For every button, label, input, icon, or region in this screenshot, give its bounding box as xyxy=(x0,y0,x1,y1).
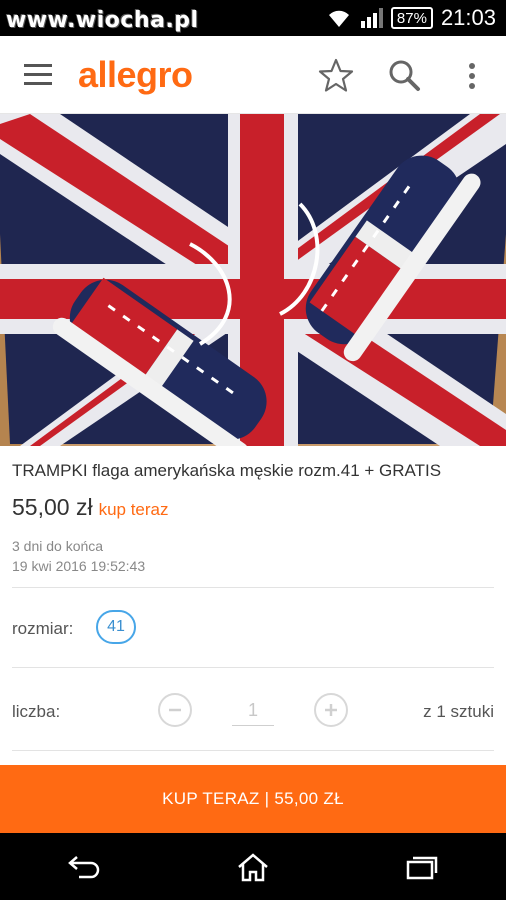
minus-icon xyxy=(169,708,181,712)
quantity-label: liczba: xyxy=(12,702,61,721)
more-vert-icon[interactable] xyxy=(452,56,492,96)
recent-apps-icon xyxy=(406,856,437,879)
divider xyxy=(12,750,494,751)
star-icon[interactable] xyxy=(316,56,356,96)
app-bar: allegro xyxy=(0,36,506,114)
search-icon[interactable] xyxy=(384,56,424,96)
price: 55,00 zł xyxy=(12,494,93,520)
recent-apps-button[interactable] xyxy=(392,842,452,892)
plus-icon xyxy=(325,704,337,716)
clock: 21:03 xyxy=(440,5,496,30)
size-option-chip[interactable]: 41 xyxy=(96,610,136,644)
product-title: TRAMPKI flaga amerykańska męskie rozm.41… xyxy=(12,461,442,480)
decrease-quantity-button[interactable] xyxy=(158,693,192,727)
system-nav-bar xyxy=(0,833,506,900)
product-photo[interactable] xyxy=(0,114,506,446)
battery-indicator: 87% xyxy=(390,7,433,29)
back-button[interactable] xyxy=(54,842,114,892)
back-icon xyxy=(68,855,100,878)
status-icons: 87% 21:03 xyxy=(327,5,496,31)
watermark-text: www.wiocha.pl xyxy=(6,8,199,33)
quantity-input[interactable] xyxy=(232,696,274,726)
home-icon xyxy=(238,852,268,881)
increase-quantity-button[interactable] xyxy=(314,693,348,727)
time-left: 3 dni do końca xyxy=(12,538,104,554)
home-button[interactable] xyxy=(223,842,283,892)
size-label: rozmiar: xyxy=(12,619,74,638)
menu-icon[interactable] xyxy=(24,64,54,86)
price-row: 55,00 zł kup teraz xyxy=(12,494,169,521)
buy-now-button[interactable]: KUP TERAZ | 55,00 ZŁ xyxy=(0,765,506,833)
buy-now-link: kup teraz xyxy=(98,500,169,519)
stock-available: z 1 sztuki xyxy=(423,702,494,721)
wifi-icon xyxy=(328,10,349,27)
end-date: 19 kwi 2016 19:52:43 xyxy=(12,558,146,574)
battery-percent: 87% xyxy=(396,9,427,27)
signal-icon xyxy=(360,8,383,28)
divider xyxy=(12,667,494,668)
status-bar: www.wiocha.pl 87% 21:03 xyxy=(0,0,506,36)
allegro-logo[interactable]: allegro xyxy=(78,54,193,96)
divider xyxy=(12,587,494,588)
